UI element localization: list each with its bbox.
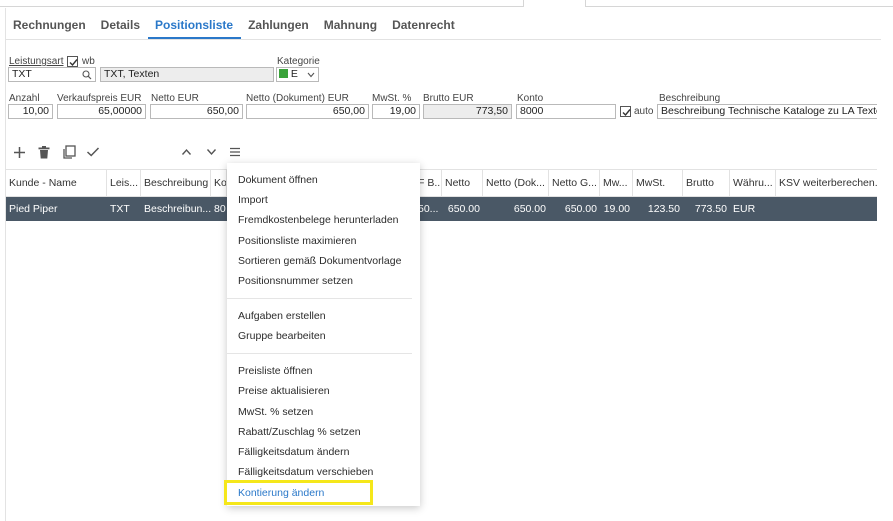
column-header-netto-dok[interactable]: Netto (Dok... bbox=[483, 170, 549, 196]
beschreibung-label: Beschreibung bbox=[659, 93, 721, 104]
wb-label: wb bbox=[82, 56, 95, 67]
menu-item-preise-aktualisieren[interactable]: Preise aktualisieren bbox=[238, 383, 330, 399]
mwst-label: MwSt. % bbox=[372, 93, 412, 104]
column-header-ko[interactable]: Ko bbox=[211, 170, 227, 196]
grid-header: Kunde - Name Leis... Beschreibung Ko F B… bbox=[6, 169, 877, 197]
netto-dokument-input[interactable]: 650,00 bbox=[246, 104, 369, 119]
panel-left-border bbox=[5, 8, 6, 521]
cell-netto: 650.00 bbox=[447, 203, 480, 215]
cell-ksv bbox=[776, 197, 877, 221]
context-menu: Dokument öffnen Import Fremdkostenbelege… bbox=[227, 163, 420, 506]
tab-zahlungen[interactable]: Zahlungen bbox=[241, 13, 317, 39]
menu-item-sortieren[interactable]: Sortieren gemäß Dokumentvorlage bbox=[238, 253, 401, 269]
menu-item-positionsliste-maximieren[interactable]: Positionsliste maximieren bbox=[238, 233, 356, 249]
column-header-leistung[interactable]: Leis... bbox=[107, 170, 141, 196]
leistungsart-input[interactable]: TXT bbox=[8, 67, 96, 82]
konto-input[interactable]: 8000 bbox=[516, 104, 616, 119]
menu-separator bbox=[227, 298, 412, 299]
plus-icon bbox=[13, 146, 25, 158]
copy-icon bbox=[63, 145, 76, 159]
menu-item-import[interactable]: Import bbox=[238, 192, 268, 208]
netto-label: Netto EUR bbox=[151, 93, 199, 104]
copy-button[interactable] bbox=[60, 143, 78, 161]
table-row[interactable]: Pied Piper TXT Beschreibun... 80 50... 6… bbox=[6, 197, 877, 221]
column-header-ksv[interactable]: KSV weiterberechen... bbox=[776, 170, 877, 196]
cell-brutto: 773.50 bbox=[694, 203, 727, 215]
tab-bar: Rechnungen Details Positionsliste Zahlun… bbox=[6, 13, 881, 40]
check-icon bbox=[86, 147, 100, 157]
move-up-button[interactable] bbox=[177, 143, 195, 161]
menu-icon bbox=[230, 147, 240, 157]
anzahl-label: Anzahl bbox=[9, 93, 40, 104]
kategorie-value: E bbox=[290, 68, 298, 80]
mwst-input[interactable]: 19,00 bbox=[372, 104, 420, 119]
leistungsart-label[interactable]: Leistungsart bbox=[9, 56, 63, 67]
cell-waehrung: EUR bbox=[733, 203, 756, 215]
chevron-down-icon bbox=[307, 72, 315, 78]
more-menu-button[interactable] bbox=[226, 143, 244, 161]
cell-netto-dok: 650.00 bbox=[513, 203, 546, 215]
anzahl-input[interactable]: 10,00 bbox=[8, 104, 53, 119]
menu-item-gruppe-bearbeiten[interactable]: Gruppe bearbeiten bbox=[238, 328, 326, 344]
tab-datenrecht[interactable]: Datenrecht bbox=[385, 13, 463, 39]
brutto-label: Brutto EUR bbox=[423, 93, 474, 104]
leistungsart-value: TXT bbox=[12, 68, 32, 80]
checkmark-icon bbox=[622, 109, 631, 117]
menu-item-rabatt-setzen[interactable]: Rabatt/Zuschlag % setzen bbox=[238, 424, 361, 440]
menu-item-aufgaben-erstellen[interactable]: Aufgaben erstellen bbox=[238, 308, 326, 324]
kategorie-select[interactable]: E bbox=[276, 67, 319, 82]
auto-label: auto bbox=[634, 106, 654, 117]
column-header-beschreibung[interactable]: Beschreibung bbox=[141, 170, 211, 196]
kategorie-color-swatch bbox=[279, 69, 288, 78]
tab-details[interactable]: Details bbox=[94, 13, 148, 39]
leistungsart-description: TXT, Texten bbox=[100, 67, 274, 82]
cell-netto-g: 650.00 bbox=[564, 203, 597, 215]
verkaufspreis-input[interactable]: 65,00000 bbox=[57, 104, 146, 119]
menu-item-faelligkeitsdatum-aendern[interactable]: Fälligkeitsdatum ändern bbox=[238, 444, 349, 460]
kategorie-label: Kategorie bbox=[277, 56, 320, 67]
wb-checkbox[interactable] bbox=[67, 56, 78, 67]
netto-input[interactable]: 650,00 bbox=[150, 104, 243, 119]
column-header-brutto[interactable]: Brutto bbox=[683, 170, 730, 196]
confirm-button[interactable] bbox=[84, 143, 102, 161]
cell-beschreibung: Beschreibun... bbox=[144, 203, 211, 215]
cell-mwst: 123.50 bbox=[647, 203, 680, 215]
brutto-value: 773,50 bbox=[423, 104, 512, 119]
menu-separator bbox=[227, 353, 412, 354]
column-header-kunde[interactable]: Kunde - Name bbox=[6, 170, 107, 196]
menu-item-dokument-oeffnen[interactable]: Dokument öffnen bbox=[238, 172, 318, 188]
cell-kunde: Pied Piper bbox=[9, 203, 58, 215]
netto-dokument-label: Netto (Dokument) EUR bbox=[246, 93, 349, 104]
column-header-mw[interactable]: Mw... bbox=[600, 170, 633, 196]
cell-ko: 80 bbox=[214, 203, 226, 215]
menu-item-preisliste-oeffnen[interactable]: Preisliste öffnen bbox=[238, 363, 313, 379]
move-down-button[interactable] bbox=[202, 143, 220, 161]
beschreibung-input[interactable]: Beschreibung Technische Kataloge zu LA T… bbox=[657, 104, 877, 119]
tab-mahnung[interactable]: Mahnung bbox=[317, 13, 385, 39]
tab-positionsliste[interactable]: Positionsliste bbox=[148, 13, 242, 39]
tab-rechnungen[interactable]: Rechnungen bbox=[6, 13, 94, 39]
chevron-down-icon bbox=[206, 149, 216, 156]
cell-mw: 19.00 bbox=[603, 203, 630, 215]
column-header-waehrung[interactable]: Währu... bbox=[730, 170, 776, 196]
menu-item-faelligkeitsdatum-verschieben[interactable]: Fälligkeitsdatum verschieben bbox=[238, 464, 373, 480]
highlight-box bbox=[224, 480, 373, 505]
menu-item-mwst-setzen[interactable]: MwSt. % setzen bbox=[238, 404, 313, 420]
trash-icon bbox=[38, 145, 50, 158]
column-header-mwst[interactable]: MwSt. bbox=[633, 170, 683, 196]
chevron-up-icon bbox=[181, 148, 191, 155]
cell-leistung: TXT bbox=[110, 203, 130, 215]
window-top-border-right bbox=[585, 0, 893, 7]
delete-button[interactable] bbox=[35, 143, 53, 161]
window-top-border bbox=[0, 0, 524, 7]
konto-label: Konto bbox=[517, 93, 544, 104]
add-button[interactable] bbox=[10, 143, 28, 161]
column-header-netto-g[interactable]: Netto G... bbox=[549, 170, 600, 196]
menu-item-positionsnummer[interactable]: Positionsnummer setzen bbox=[238, 273, 353, 289]
verkaufspreis-label: Verkaufspreis EUR bbox=[57, 93, 142, 104]
auto-checkbox[interactable] bbox=[620, 106, 631, 117]
menu-item-fremdkostenbelege[interactable]: Fremdkostenbelege herunterladen bbox=[238, 212, 399, 228]
search-icon[interactable] bbox=[82, 70, 92, 80]
column-header-netto[interactable]: Netto bbox=[442, 170, 483, 196]
